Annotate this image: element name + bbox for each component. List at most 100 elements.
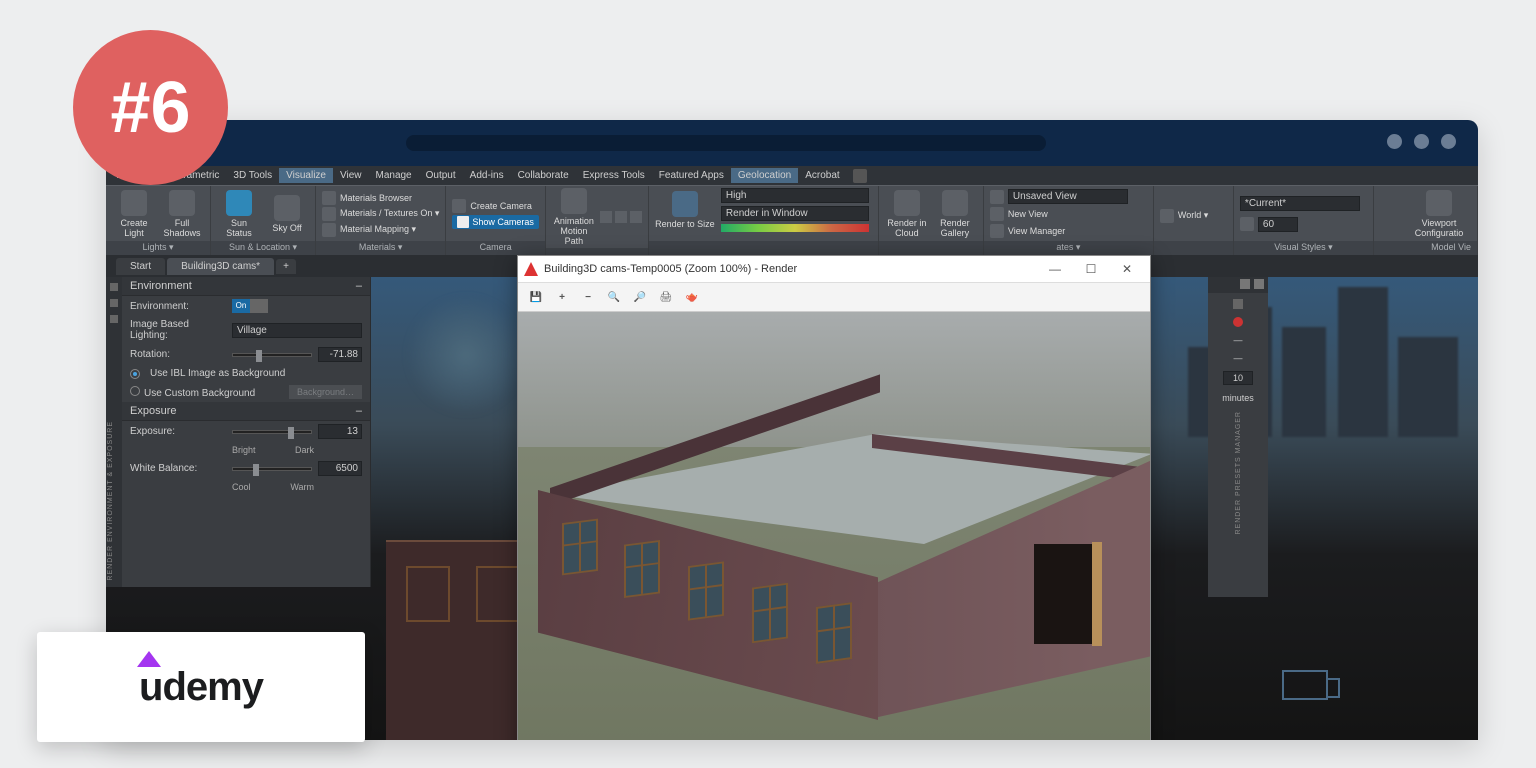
group-camera: Create Camera Show Cameras Camera xyxy=(446,186,546,255)
opacity-value[interactable]: 60 xyxy=(1258,217,1298,232)
tab-view[interactable]: View xyxy=(333,168,369,183)
doctab-start[interactable]: Start xyxy=(116,258,165,275)
tab-collaborate[interactable]: Collaborate xyxy=(511,168,576,183)
sky-scenery xyxy=(406,295,526,415)
materials-browser-button[interactable]: Materials Browser xyxy=(322,191,439,205)
ribbon: Create Light Full Shadows Lights ▾ Sun S… xyxy=(106,185,1478,255)
group-cloud: Render in Cloud Render Gallery xyxy=(879,186,984,255)
render-to-size-button[interactable]: Render to Size xyxy=(655,191,715,229)
record-icon[interactable] xyxy=(630,211,642,223)
group-title xyxy=(649,241,878,255)
tab-manage[interactable]: Manage xyxy=(368,168,418,183)
exposure-value[interactable]: 13 xyxy=(318,424,362,439)
tab-acrobat[interactable]: Acrobat xyxy=(798,168,846,183)
camera-show-icon xyxy=(457,216,469,228)
section-environment[interactable]: Environment– xyxy=(122,277,370,296)
cloud-icon xyxy=(894,190,920,216)
url-bar[interactable] xyxy=(406,135,1046,151)
teapot-render-icon[interactable]: 🫖 xyxy=(682,287,702,307)
create-camera-button[interactable]: Create Camera xyxy=(452,199,539,213)
new-view-button[interactable]: New View xyxy=(990,207,1128,221)
play-icon[interactable] xyxy=(600,211,612,223)
zoom-extents-icon[interactable]: 🔍 xyxy=(604,287,624,307)
current-style-dropdown[interactable]: *Current* xyxy=(1240,196,1360,211)
viewport-config-button[interactable]: Viewport Configuratio xyxy=(1407,190,1471,238)
group-title: Visual Styles ▾ xyxy=(1234,241,1373,255)
view-manager-button[interactable]: View Manager xyxy=(990,224,1128,238)
maximize-button[interactable]: ☐ xyxy=(1074,259,1108,279)
tab-output[interactable]: Output xyxy=(419,168,463,183)
render-gallery-button[interactable]: Render Gallery xyxy=(933,190,977,238)
background-button: Background… xyxy=(289,385,362,399)
animation-icon xyxy=(561,188,587,214)
lightbulb-icon xyxy=(121,190,147,216)
wb-min: Cool xyxy=(232,482,284,492)
tab-geolocation[interactable]: Geolocation xyxy=(731,168,798,183)
create-light-button[interactable]: Create Light xyxy=(112,190,156,238)
full-shadows-button[interactable]: Full Shadows xyxy=(160,190,204,238)
render-in-cloud-button[interactable]: Render in Cloud xyxy=(885,190,929,238)
save-icon[interactable]: 💾 xyxy=(526,287,546,307)
menu-overflow-icon[interactable] xyxy=(853,169,867,183)
udemy-caret-icon xyxy=(137,651,161,667)
sun-status-button[interactable]: Sun Status xyxy=(217,190,261,238)
minimize-button[interactable]: — xyxy=(1038,259,1072,279)
panel-pin-icon[interactable] xyxy=(1240,279,1250,289)
mapping-icon xyxy=(322,223,336,237)
viewport-icon xyxy=(1426,190,1452,216)
wb-slider[interactable] xyxy=(232,467,312,471)
tab-addins[interactable]: Add-ins xyxy=(463,168,511,183)
sky-off-button[interactable]: Sky Off xyxy=(265,195,309,233)
tab-visualize[interactable]: Visualize xyxy=(279,168,333,183)
teapot-icon xyxy=(672,191,698,217)
render-presets-panel: — — 10 minutes RENDER PRESETS MANAGER xyxy=(1208,277,1268,597)
section-exposure[interactable]: Exposure– xyxy=(122,402,370,421)
group-views: Unsaved View New View View Manager ates … xyxy=(984,186,1154,255)
material-mapping-button[interactable]: Material Mapping ▾ xyxy=(322,223,439,237)
render-toolbar: 💾 + − 🔍 🔎 🖨 🫖 xyxy=(518,282,1150,312)
udemy-card: udemy xyxy=(37,632,365,742)
wb-value[interactable]: 6500 xyxy=(318,461,362,476)
opacity-icon xyxy=(1240,217,1254,231)
close-button[interactable]: ✕ xyxy=(1110,259,1144,279)
exposure-slider[interactable] xyxy=(232,430,312,434)
print-icon[interactable]: 🖨 xyxy=(656,287,676,307)
browser-titlebar xyxy=(106,120,1478,166)
panel-collapse-icon[interactable] xyxy=(1233,299,1243,309)
render-quality-dropdown[interactable]: High xyxy=(721,188,869,203)
presets-title-vertical: RENDER PRESETS MANAGER xyxy=(1235,411,1242,535)
panel-close-icon[interactable] xyxy=(1254,279,1264,289)
tab-featured-apps[interactable]: Featured Apps xyxy=(652,168,731,183)
exp-min: Bright xyxy=(232,445,289,455)
autodesk-logo-icon xyxy=(524,262,538,276)
doctab-active[interactable]: Building3D cams* xyxy=(167,258,274,275)
zoom-icon[interactable]: 🔎 xyxy=(630,287,650,307)
animation-motion-path-button[interactable]: Animation Motion Path xyxy=(552,188,596,246)
radio-ibl-bg[interactable]: Use IBL Image as Background xyxy=(122,365,370,382)
render-titlebar[interactable]: Building3D cams-Temp0005 (Zoom 100%) - R… xyxy=(518,256,1150,282)
render-in-window-dropdown[interactable]: Render in Window xyxy=(721,206,869,221)
textures-toggle[interactable]: Materials / Textures On ▾ xyxy=(322,207,439,221)
world-dropdown[interactable]: World ▾ xyxy=(1178,210,1208,221)
group-viewport: Viewport Configuratio Model Vie xyxy=(1374,186,1478,255)
doctab-new[interactable]: + xyxy=(276,259,296,274)
tab-3d-tools[interactable]: 3D Tools xyxy=(226,168,279,183)
ibl-dropdown[interactable]: Village xyxy=(232,323,362,338)
group-title: Sun & Location ▾ xyxy=(211,241,315,255)
tab-express-tools[interactable]: Express Tools xyxy=(576,168,652,183)
view-manager-icon xyxy=(990,224,1004,238)
environment-toggle[interactable]: On xyxy=(232,299,268,313)
show-cameras-button[interactable]: Show Cameras xyxy=(452,215,539,229)
zoom-in-button[interactable]: + xyxy=(552,287,572,307)
rotation-slider[interactable] xyxy=(232,353,312,357)
group-lights: Create Light Full Shadows Lights ▾ xyxy=(106,186,211,255)
ranking-badge: #6 xyxy=(73,30,228,185)
unsaved-view-dropdown[interactable]: Unsaved View xyxy=(1008,189,1128,204)
radio-custom-bg[interactable]: Use Custom Background xyxy=(130,386,255,399)
pause-icon[interactable] xyxy=(615,211,627,223)
rotation-value[interactable]: -71.88 xyxy=(318,347,362,362)
zoom-out-button[interactable]: − xyxy=(578,287,598,307)
render-record-icon[interactable] xyxy=(1233,317,1243,327)
render-time-value[interactable]: 10 xyxy=(1223,371,1253,385)
camera-gizmo-icon[interactable] xyxy=(1282,670,1328,700)
